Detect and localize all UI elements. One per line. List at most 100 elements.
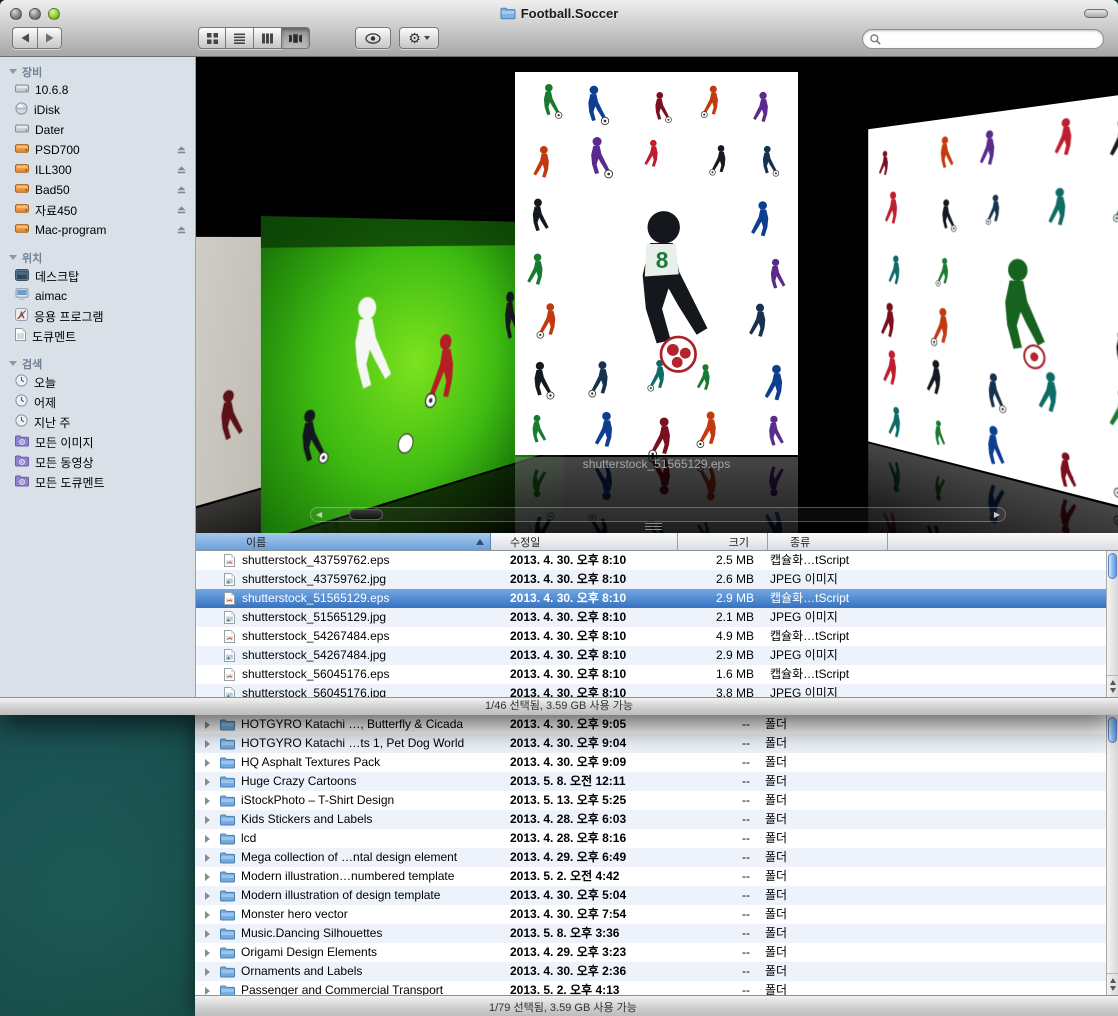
scroll-up-icon[interactable] (1110, 680, 1116, 685)
finder-window-back[interactable]: HOTGYRO Katachi …, Butterfly & Cicada201… (195, 715, 1118, 1016)
table-row[interactable]: Huge Crazy Cartoons2013. 5. 8. 오전 12:11-… (195, 772, 1106, 791)
sidebar-item[interactable]: PSD700 (0, 140, 195, 160)
table-row[interactable]: shutterstock_51565129.jpg2013. 4. 30. 오후… (196, 608, 1106, 627)
back-button[interactable] (12, 27, 37, 49)
table-row[interactable]: Mega collection of …ntal design element2… (195, 848, 1106, 867)
table-row[interactable]: HQ Asphalt Textures Pack2013. 4. 30. 오후 … (195, 753, 1106, 772)
table-row[interactable]: shutterstock_54267484.eps2013. 4. 30. 오후… (196, 627, 1106, 646)
table-row[interactable]: Ornaments and Labels2013. 4. 30. 오후 2:36… (195, 962, 1106, 981)
file-list-scrollbar[interactable] (1106, 551, 1118, 697)
eject-icon[interactable] (176, 204, 187, 218)
disclosure-triangle-icon[interactable] (9, 255, 17, 260)
forward-button[interactable] (37, 27, 62, 49)
sidebar-item[interactable]: 모든 동영상 (0, 452, 195, 472)
table-row[interactable]: Origami Design Elements2013. 4. 29. 오후 3… (195, 943, 1106, 962)
toolbar-toggle-button[interactable] (1084, 9, 1108, 18)
search-input[interactable] (885, 31, 1103, 47)
sidebar-item[interactable]: 응용 프로그램 (0, 306, 195, 326)
folder-list-scroll-arrows[interactable] (1107, 973, 1118, 995)
disclosure-triangle-icon[interactable] (205, 797, 210, 805)
column-header-kind[interactable]: 종류 (768, 533, 888, 550)
scroll-down-icon[interactable] (1110, 986, 1116, 991)
coverflow-scroll-right-icon[interactable]: ▶ (994, 508, 1000, 521)
column-header-name[interactable]: 이름 (196, 533, 491, 550)
coverflow-scroll-thumb[interactable] (349, 509, 383, 520)
coverflow-item-selected[interactable]: 8 8 (515, 72, 798, 455)
sidebar-item[interactable]: 어제 (0, 392, 195, 412)
list-view-button[interactable] (226, 27, 254, 49)
disclosure-triangle-icon[interactable] (205, 835, 210, 843)
table-row[interactable]: shutterstock_43759762.jpg2013. 4. 30. 오후… (196, 570, 1106, 589)
table-row[interactable]: Monster hero vector2013. 4. 30. 오후 7:54-… (195, 905, 1106, 924)
disclosure-triangle-icon[interactable] (205, 759, 210, 767)
table-row[interactable]: lcd2013. 4. 28. 오후 8:16--폴더 (195, 829, 1106, 848)
column-view-button[interactable] (254, 27, 282, 49)
eject-icon[interactable] (176, 144, 187, 158)
disclosure-triangle-icon[interactable] (205, 740, 210, 748)
coverflow-resize-grip[interactable] (645, 523, 662, 532)
disclosure-triangle-icon[interactable] (205, 854, 210, 862)
search-field[interactable] (862, 29, 1104, 49)
disclosure-triangle-icon[interactable] (205, 892, 210, 900)
sidebar-item[interactable]: ILL300 (0, 160, 195, 180)
table-row[interactable]: HOTGYRO Katachi …ts 1, Pet Dog World2013… (195, 734, 1106, 753)
scroll-down-icon[interactable] (1110, 688, 1116, 693)
eject-icon[interactable] (176, 164, 187, 178)
disclosure-triangle-icon[interactable] (205, 968, 210, 976)
disclosure-triangle-icon[interactable] (205, 778, 210, 786)
table-row[interactable]: shutterstock_56045176.eps2013. 4. 30. 오후… (196, 665, 1106, 684)
table-row[interactable]: iStockPhoto – T-Shirt Design2013. 5. 13.… (195, 791, 1106, 810)
file-list-scroll-thumb[interactable] (1108, 553, 1117, 579)
coverflow-scroll-left-icon[interactable]: ◀ (316, 508, 322, 521)
sidebar-item[interactable]: Bad50 (0, 180, 195, 200)
sidebar-section-header[interactable]: 장비 (0, 63, 195, 80)
column-header-date[interactable]: 수정일 (491, 533, 678, 550)
sidebar-item[interactable]: Dater (0, 120, 195, 140)
disclosure-triangle-icon[interactable] (205, 721, 210, 729)
disclosure-triangle-icon[interactable] (205, 911, 210, 919)
table-row[interactable]: Modern illustration…numbered template201… (195, 867, 1106, 886)
column-header-size[interactable]: 크기 (678, 533, 768, 550)
table-row[interactable]: Kids Stickers and Labels2013. 4. 28. 오후 … (195, 810, 1106, 829)
disclosure-triangle-icon[interactable] (9, 361, 17, 366)
table-row[interactable]: Modern illustration of design template20… (195, 886, 1106, 905)
file-list-scroll-arrows[interactable] (1107, 675, 1118, 697)
table-row[interactable]: shutterstock_56045176.jpg2013. 4. 30. 오후… (196, 684, 1106, 697)
coverflow-scrollbar[interactable]: ◀ ▶ (310, 507, 1006, 522)
action-menu-button[interactable]: ⚙ (399, 27, 439, 49)
coverflow-view-button[interactable] (282, 27, 310, 49)
disclosure-triangle-icon[interactable] (205, 949, 210, 957)
disclosure-triangle-icon[interactable] (205, 987, 210, 995)
disclosure-triangle-icon[interactable] (9, 69, 17, 74)
table-row[interactable]: shutterstock_51565129.eps2013. 4. 30. 오후… (196, 589, 1106, 608)
table-row[interactable]: Passenger and Commercial Transport2013. … (195, 981, 1106, 995)
eject-icon[interactable] (176, 184, 187, 198)
sidebar-item[interactable]: 자료450 (0, 200, 195, 220)
sidebar-item[interactable]: 도큐멘트 (0, 326, 195, 346)
sidebar-item[interactable]: 오늘 (0, 372, 195, 392)
table-row[interactable]: shutterstock_54267484.jpg2013. 4. 30. 오후… (196, 646, 1106, 665)
sidebar-item[interactable]: 지난 주 (0, 412, 195, 432)
disclosure-triangle-icon[interactable] (205, 930, 210, 938)
sidebar-item[interactable]: 10.6.8 (0, 80, 195, 100)
sidebar-item[interactable]: Mac-program (0, 220, 195, 240)
sidebar-item[interactable]: 데스크탑 (0, 266, 195, 286)
table-row[interactable]: HOTGYRO Katachi …, Butterfly & Cicada201… (195, 715, 1106, 734)
quick-look-button[interactable] (355, 27, 391, 49)
scroll-up-icon[interactable] (1110, 978, 1116, 983)
sidebar-item[interactable]: 모든 도큐멘트 (0, 472, 195, 492)
coverflow-item-right[interactable] (868, 88, 1118, 519)
disclosure-triangle-icon[interactable] (205, 816, 210, 824)
disclosure-triangle-icon[interactable] (205, 873, 210, 881)
sidebar-item[interactable]: aimac (0, 286, 195, 306)
eject-icon[interactable] (176, 224, 187, 238)
folder-list-scrollbar[interactable] (1106, 715, 1118, 995)
icon-view-button[interactable] (198, 27, 226, 49)
folder-list-scroll-thumb[interactable] (1108, 717, 1117, 743)
sidebar-section-header[interactable]: 위치 (0, 249, 195, 266)
table-row[interactable]: shutterstock_43759762.eps2013. 4. 30. 오후… (196, 551, 1106, 570)
table-row[interactable]: Music.Dancing Silhouettes2013. 5. 8. 오후 … (195, 924, 1106, 943)
sidebar-item[interactable]: iDisk (0, 100, 195, 120)
sidebar-section-header[interactable]: 검색 (0, 355, 195, 372)
sidebar-item[interactable]: 모든 이미지 (0, 432, 195, 452)
